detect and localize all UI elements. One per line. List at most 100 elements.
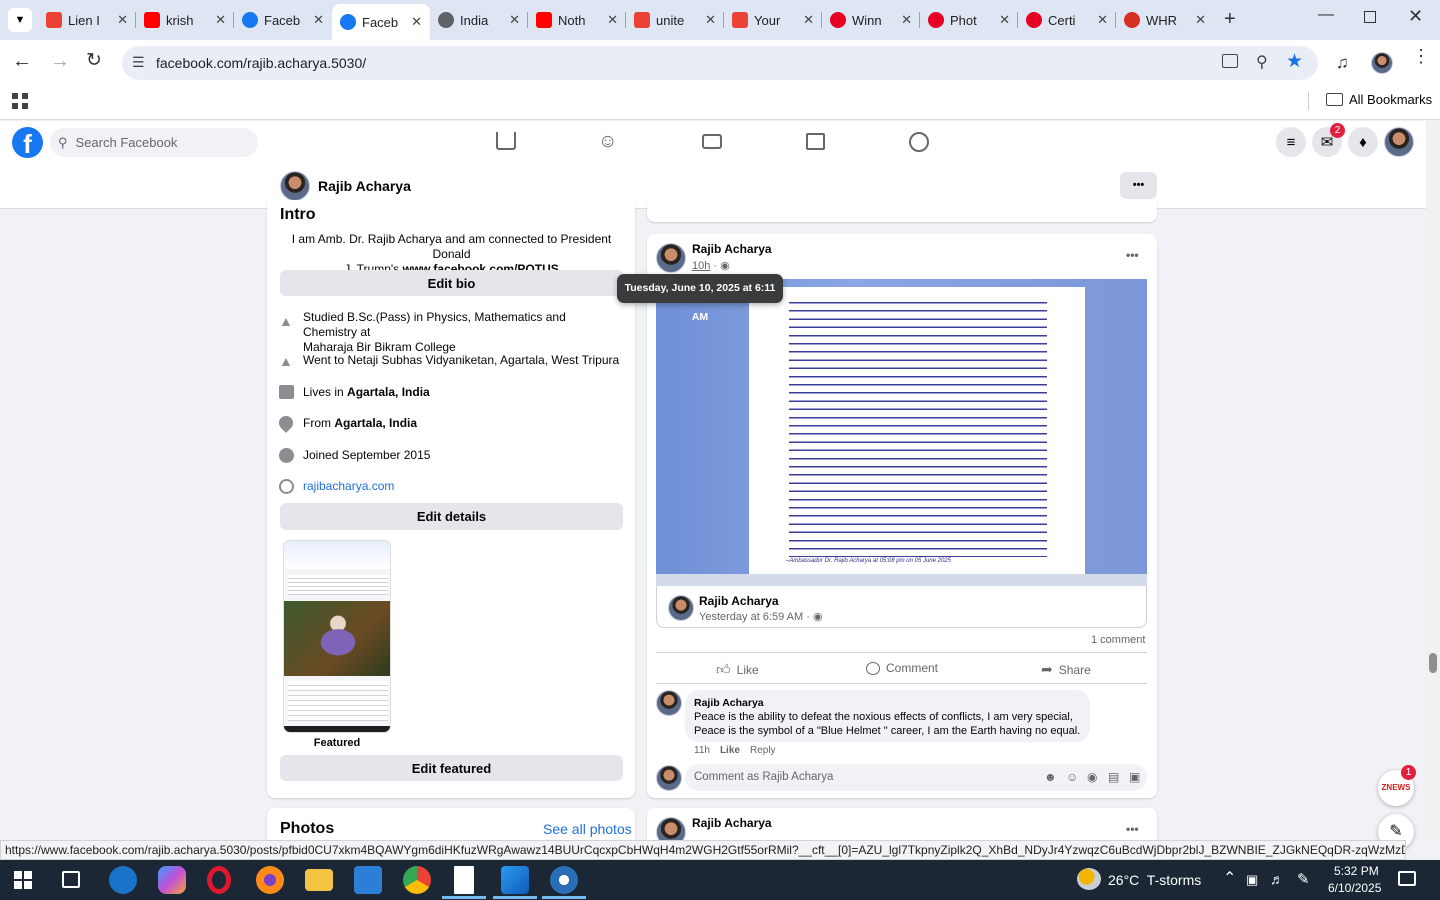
maximize-button[interactable] — [1364, 11, 1376, 23]
browser-tab[interactable]: WHR ✕ — [1116, 6, 1214, 34]
notification-center-icon[interactable] — [1398, 871, 1416, 886]
nav-marketplace-icon[interactable] — [806, 133, 825, 150]
back-button[interactable]: ← — [12, 50, 32, 73]
volume-icon[interactable]: ♬ — [1270, 871, 1284, 887]
next-post-options-button[interactable]: ••• — [1126, 822, 1139, 836]
tab-close-icon[interactable]: ✕ — [411, 14, 422, 30]
nav-groups-icon[interactable] — [909, 132, 929, 152]
browser-profile-avatar[interactable] — [1371, 52, 1393, 74]
from-city[interactable]: Agartala, India — [334, 416, 417, 430]
tab-search-button[interactable]: ▼ — [8, 8, 32, 32]
facebook-search-input[interactable]: ⚲ Search Facebook — [50, 128, 258, 157]
browser-tab[interactable]: Phot ✕ — [920, 6, 1018, 34]
notifications-bell-button[interactable]: ♦ — [1348, 127, 1378, 157]
post-author-avatar[interactable] — [656, 243, 686, 273]
comment-input[interactable]: Comment as Rajib Acharya ☻ ☺ ◉ ▤ ▣ — [685, 764, 1147, 791]
bookmark-star-icon[interactable]: ★ — [1286, 50, 1303, 73]
share-button[interactable]: ➦ Share — [1041, 661, 1091, 678]
opera-icon[interactable] — [207, 866, 231, 894]
shared-author-name[interactable]: Rajib Acharya — [699, 594, 779, 608]
tab-close-icon[interactable]: ✕ — [1097, 12, 1108, 28]
post-timestamp[interactable]: 10h · ◉ — [692, 259, 730, 272]
snipping-tool-icon[interactable] — [550, 866, 578, 894]
next-post-author[interactable]: Rajib Acharya — [692, 816, 772, 830]
copilot-icon[interactable] — [158, 866, 186, 894]
tab-close-icon[interactable]: ✕ — [117, 12, 128, 28]
forward-button[interactable]: → — [50, 50, 70, 73]
new-tab-button[interactable]: + — [1224, 8, 1236, 31]
clock-time[interactable]: 5:32 PM — [1334, 864, 1379, 878]
commenter-avatar[interactable] — [656, 690, 682, 716]
pen-ink-icon[interactable]: ✎ — [1297, 870, 1310, 888]
media-controls-icon[interactable]: ♫ — [1336, 53, 1349, 73]
browser-tab[interactable]: Noth ✕ — [528, 6, 626, 34]
gif-icon[interactable]: ▤ — [1108, 770, 1119, 784]
minimize-button[interactable]: — — [1318, 6, 1334, 24]
install-app-icon[interactable] — [1222, 54, 1238, 68]
comment-time[interactable]: 11h — [694, 745, 710, 756]
emoji-icon[interactable]: ☺ — [1066, 770, 1078, 784]
post-image[interactable]: –Ambassador Dr. Rajib Acharya at 05:08 p… — [656, 279, 1147, 586]
post-options-button[interactable]: ••• — [1126, 248, 1139, 262]
account-avatar[interactable] — [1384, 127, 1414, 157]
like-button[interactable]: 👍︎ Like — [716, 661, 759, 678]
shared-time-text[interactable]: Yesterday at 6:59 AM — [699, 611, 803, 623]
browser-menu-icon[interactable]: ⋮ — [1412, 47, 1430, 65]
site-info-icon[interactable]: ☰ — [132, 54, 145, 71]
avatar-sticker-icon[interactable]: ☻ — [1044, 770, 1057, 784]
comment-author[interactable]: Rajib Acharya — [694, 696, 1081, 710]
browser-tab[interactable]: Winn ✕ — [822, 6, 920, 34]
tab-close-icon[interactable]: ✕ — [803, 12, 814, 28]
tab-close-icon[interactable]: ✕ — [313, 12, 324, 28]
taskbar-app-blue-icon[interactable] — [109, 866, 137, 894]
sticker-icon[interactable]: ▣ — [1129, 770, 1140, 784]
edit-featured-button[interactable]: Edit featured — [280, 755, 623, 781]
firefox-icon[interactable] — [256, 866, 284, 894]
nav-home-icon[interactable] — [496, 132, 516, 150]
post-author-name[interactable]: Rajib Acharya — [692, 242, 772, 256]
browser-tab[interactable]: Faceb ✕ — [234, 6, 332, 34]
zoom-icon[interactable]: ⚲ — [1256, 52, 1268, 72]
weather-icon[interactable] — [1077, 868, 1101, 890]
browser-tab[interactable]: Faceb ✕ — [332, 4, 430, 40]
comment-like-link[interactable]: Like — [720, 745, 740, 756]
chrome-icon[interactable] — [403, 866, 431, 894]
profile-name[interactable]: Rajib Acharya — [318, 178, 411, 194]
tab-close-icon[interactable]: ✕ — [215, 12, 226, 28]
browser-tab[interactable]: Your ✕ — [724, 6, 822, 34]
tab-close-icon[interactable]: ✕ — [999, 12, 1010, 28]
scrollbar-thumb[interactable] — [1429, 653, 1437, 673]
close-window-button[interactable]: ✕ — [1408, 6, 1423, 27]
menu-grid-button[interactable]: ≡ — [1276, 127, 1306, 157]
tab-close-icon[interactable]: ✕ — [901, 12, 912, 28]
microsoft-store-icon[interactable] — [354, 866, 382, 894]
file-explorer-icon[interactable] — [305, 869, 333, 891]
featured-story-thumbnail[interactable] — [283, 540, 391, 733]
photos-app-icon[interactable] — [501, 866, 529, 894]
task-view-icon[interactable] — [62, 871, 80, 888]
comment-button[interactable]: Comment — [866, 661, 938, 675]
tab-close-icon[interactable]: ✕ — [607, 12, 618, 28]
nav-video-icon[interactable] — [702, 134, 722, 149]
composer-avatar[interactable] — [656, 765, 682, 791]
intro-went-to[interactable]: Went to Netaji Subhas Vidyaniketan, Agar… — [303, 353, 623, 368]
shared-post-time[interactable]: Yesterday at 6:59 AM · ◉ — [699, 610, 823, 623]
tray-chevron-icon[interactable]: ⌃ — [1223, 868, 1236, 888]
shared-author-avatar[interactable] — [668, 595, 694, 621]
comment-count[interactable]: 1 comment — [1091, 634, 1145, 646]
profile-avatar[interactable] — [280, 171, 310, 201]
intro-website-link[interactable]: rajibacharya.com — [303, 479, 623, 494]
nav-friends-icon[interactable]: ☺ — [598, 131, 617, 153]
notepad-icon[interactable] — [454, 866, 474, 894]
see-all-photos-link[interactable]: See all photos — [543, 821, 632, 837]
post-time-text[interactable]: 10h — [692, 260, 710, 272]
profile-more-button[interactable]: ••• — [1120, 172, 1157, 199]
browser-tab[interactable]: unite ✕ — [626, 6, 724, 34]
browser-tab[interactable]: krish ✕ — [136, 6, 234, 34]
apps-grid-icon[interactable] — [12, 93, 28, 109]
camera-icon[interactable]: ◉ — [1087, 770, 1097, 784]
browser-tab[interactable]: Lien I ✕ — [38, 6, 136, 34]
edit-bio-button[interactable]: Edit bio — [280, 270, 623, 296]
start-button-icon[interactable] — [14, 871, 32, 889]
browser-tab[interactable]: Certi ✕ — [1018, 6, 1116, 34]
